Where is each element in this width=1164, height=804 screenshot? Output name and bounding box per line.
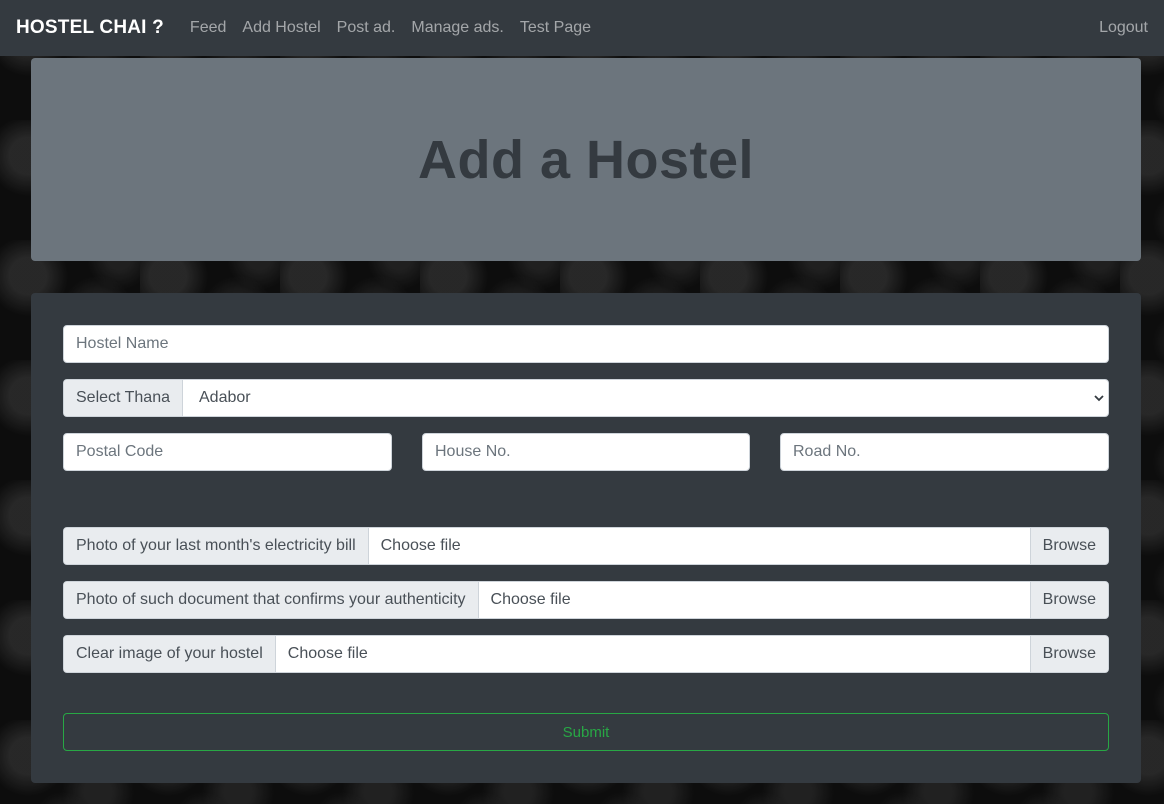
thana-selected-value: Adabor [199, 389, 251, 406]
thana-select-label: Select Thana [64, 380, 183, 416]
road-no-input[interactable]: Road No. [780, 433, 1109, 471]
authenticity-document-upload: Photo of such document that confirms you… [63, 581, 1109, 619]
logout-link[interactable]: Logout [1099, 19, 1148, 37]
submit-button[interactable]: Submit [63, 713, 1109, 751]
electricity-bill-browse-button[interactable]: Browse [1029, 528, 1108, 564]
add-hostel-form: Hostel Name Select Thana Adabor Postal C… [31, 293, 1141, 783]
nav-link-test-page[interactable]: Test Page [512, 19, 599, 37]
brand-logo[interactable]: HOSTEL CHAI ? [16, 17, 164, 39]
chevron-down-icon [1094, 395, 1104, 402]
nav-link-feed[interactable]: Feed [182, 19, 234, 37]
postal-code-input[interactable]: Postal Code [63, 433, 392, 471]
thana-select[interactable]: Adabor [183, 380, 1108, 416]
hostel-image-upload: Clear image of your hostel Choose file B… [63, 635, 1109, 673]
nav-link-add-hostel[interactable]: Add Hostel [234, 19, 328, 37]
nav-link-manage-ads[interactable]: Manage ads. [403, 19, 512, 37]
navbar: HOSTEL CHAI ? Feed Add Hostel Post ad. M… [0, 0, 1164, 56]
house-no-input[interactable]: House No. [422, 433, 750, 471]
hostel-image-browse-button[interactable]: Browse [1029, 636, 1108, 672]
hostel-name-placeholder: Hostel Name [76, 335, 169, 352]
authenticity-document-browse-button[interactable]: Browse [1029, 582, 1108, 618]
electricity-bill-file-input[interactable]: Choose file [369, 528, 1030, 564]
hostel-image-label: Clear image of your hostel [64, 636, 276, 672]
electricity-bill-upload: Photo of your last month's electricity b… [63, 527, 1109, 565]
nav-link-post-ad[interactable]: Post ad. [329, 19, 404, 37]
house-no-placeholder: House No. [435, 443, 511, 460]
page-header: Add a Hostel [31, 58, 1141, 261]
hostel-image-file-input[interactable]: Choose file [276, 636, 1030, 672]
authenticity-document-label: Photo of such document that confirms you… [64, 582, 479, 618]
nav-links: Feed Add Hostel Post ad. Manage ads. Tes… [182, 19, 599, 37]
authenticity-document-file-input[interactable]: Choose file [479, 582, 1030, 618]
postal-code-placeholder: Postal Code [76, 443, 164, 460]
page-title: Add a Hostel [417, 129, 755, 190]
road-no-placeholder: Road No. [793, 443, 861, 460]
hostel-name-input[interactable]: Hostel Name [63, 325, 1109, 363]
electricity-bill-label: Photo of your last month's electricity b… [64, 528, 369, 564]
thana-select-group: Select Thana Adabor [63, 379, 1109, 417]
